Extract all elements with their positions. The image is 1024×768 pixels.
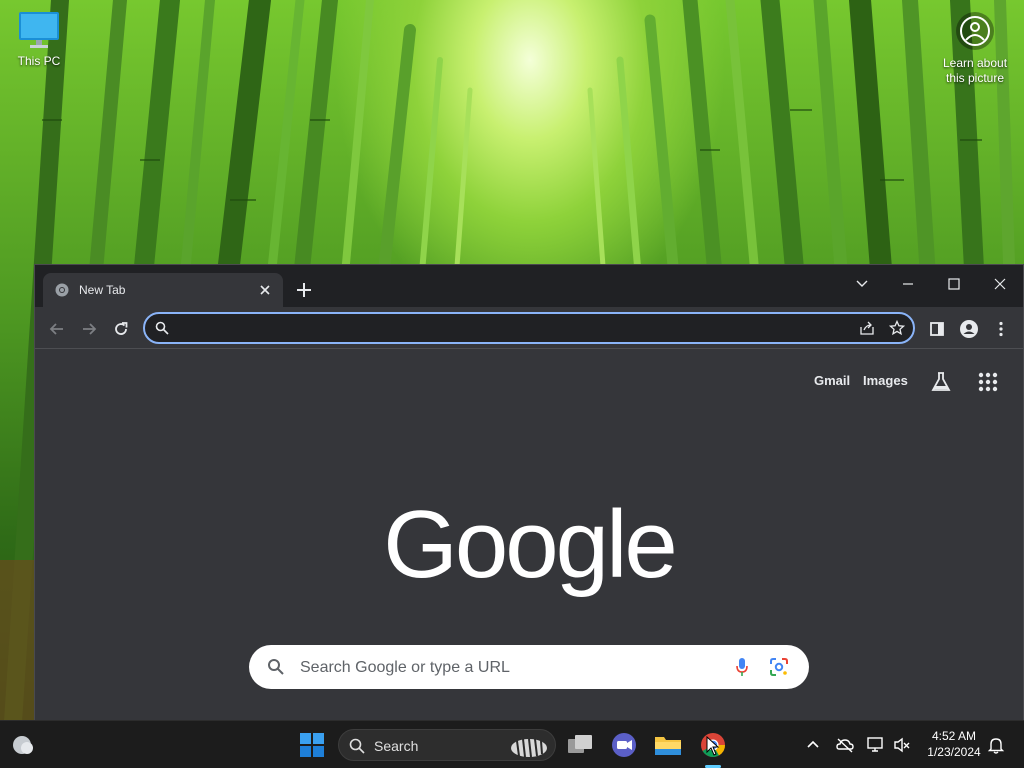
desktop-icon-this-pc[interactable]: This PC — [8, 10, 70, 68]
system-clock[interactable]: 4:52 AM 1/23/2024 — [918, 728, 990, 760]
tab-new-tab[interactable]: New Tab — [43, 273, 283, 307]
maximize-icon[interactable] — [939, 271, 969, 297]
notification-bell-icon[interactable] — [986, 735, 1006, 755]
chrome-window: New Tab Gmail Images Google Search Googl… — [34, 264, 1024, 722]
omnibox[interactable] — [143, 312, 915, 344]
clock-time: 4:52 AM — [931, 729, 977, 743]
taskbar: Search 4:52 AM 1/23/2024 — [0, 720, 1024, 768]
gmail-link[interactable]: Gmail — [814, 373, 850, 388]
learn-label-line1: Learn about — [942, 56, 1008, 70]
menu-kebab-icon[interactable] — [991, 319, 1011, 339]
close-window-icon[interactable] — [985, 271, 1015, 297]
side-panel-icon[interactable] — [927, 319, 947, 339]
google-lens-icon[interactable] — [769, 657, 789, 677]
onedrive-offline-icon[interactable] — [835, 735, 855, 755]
title-bar[interactable]: New Tab — [35, 265, 1023, 307]
camera-icon — [956, 12, 994, 50]
back-icon[interactable] — [47, 319, 67, 339]
forward-icon[interactable] — [79, 319, 99, 339]
monitor-icon — [19, 12, 59, 48]
close-tab-icon[interactable] — [257, 282, 273, 298]
google-apps-icon[interactable] — [978, 372, 998, 392]
network-icon[interactable] — [866, 735, 886, 755]
learn-about-picture[interactable]: Learn about this picture — [936, 12, 1014, 86]
chrome-icon — [55, 283, 69, 297]
search-icon — [349, 738, 365, 754]
omnibox-input[interactable] — [181, 318, 821, 338]
volume-muted-icon[interactable] — [892, 735, 912, 755]
task-view-icon[interactable] — [564, 729, 596, 761]
minimize-icon[interactable] — [893, 271, 923, 297]
browser-toolbar — [35, 307, 1023, 349]
weather-icon[interactable] — [8, 729, 40, 761]
taskbar-search[interactable]: Search — [338, 729, 556, 761]
chevron-up-icon[interactable] — [803, 735, 823, 755]
search-highlight-zebra-icon — [511, 738, 547, 758]
voice-search-mic-icon[interactable] — [735, 657, 749, 677]
mouse-cursor-icon — [706, 736, 720, 756]
tab-search-chevron-icon[interactable] — [847, 271, 877, 297]
clock-date: 1/23/2024 — [927, 745, 981, 759]
new-tab-page: Gmail Images Google Search Google or typ… — [35, 350, 1023, 721]
teams-meet-icon[interactable] — [608, 729, 640, 761]
share-icon[interactable] — [859, 320, 875, 336]
labs-flask-icon[interactable] — [930, 371, 952, 393]
file-explorer-icon[interactable] — [652, 729, 684, 761]
desktop-icon-label: This PC — [17, 54, 61, 68]
learn-label-line2: this picture — [945, 71, 1005, 85]
tab-title: New Tab — [79, 283, 126, 297]
google-logo: Google — [383, 491, 678, 598]
reload-icon[interactable] — [111, 319, 131, 339]
profile-avatar-icon[interactable] — [959, 319, 979, 339]
search-icon — [155, 321, 169, 335]
ntp-search-box[interactable]: Search Google or type a URL — [249, 645, 809, 689]
bookmark-star-icon[interactable] — [889, 320, 905, 336]
taskbar-search-label: Search — [374, 738, 419, 754]
ntp-search-placeholder: Search Google or type a URL — [300, 659, 510, 676]
start-icon[interactable] — [296, 729, 328, 761]
search-icon — [268, 659, 284, 675]
new-tab-icon[interactable] — [293, 279, 315, 301]
images-link[interactable]: Images — [863, 373, 908, 388]
